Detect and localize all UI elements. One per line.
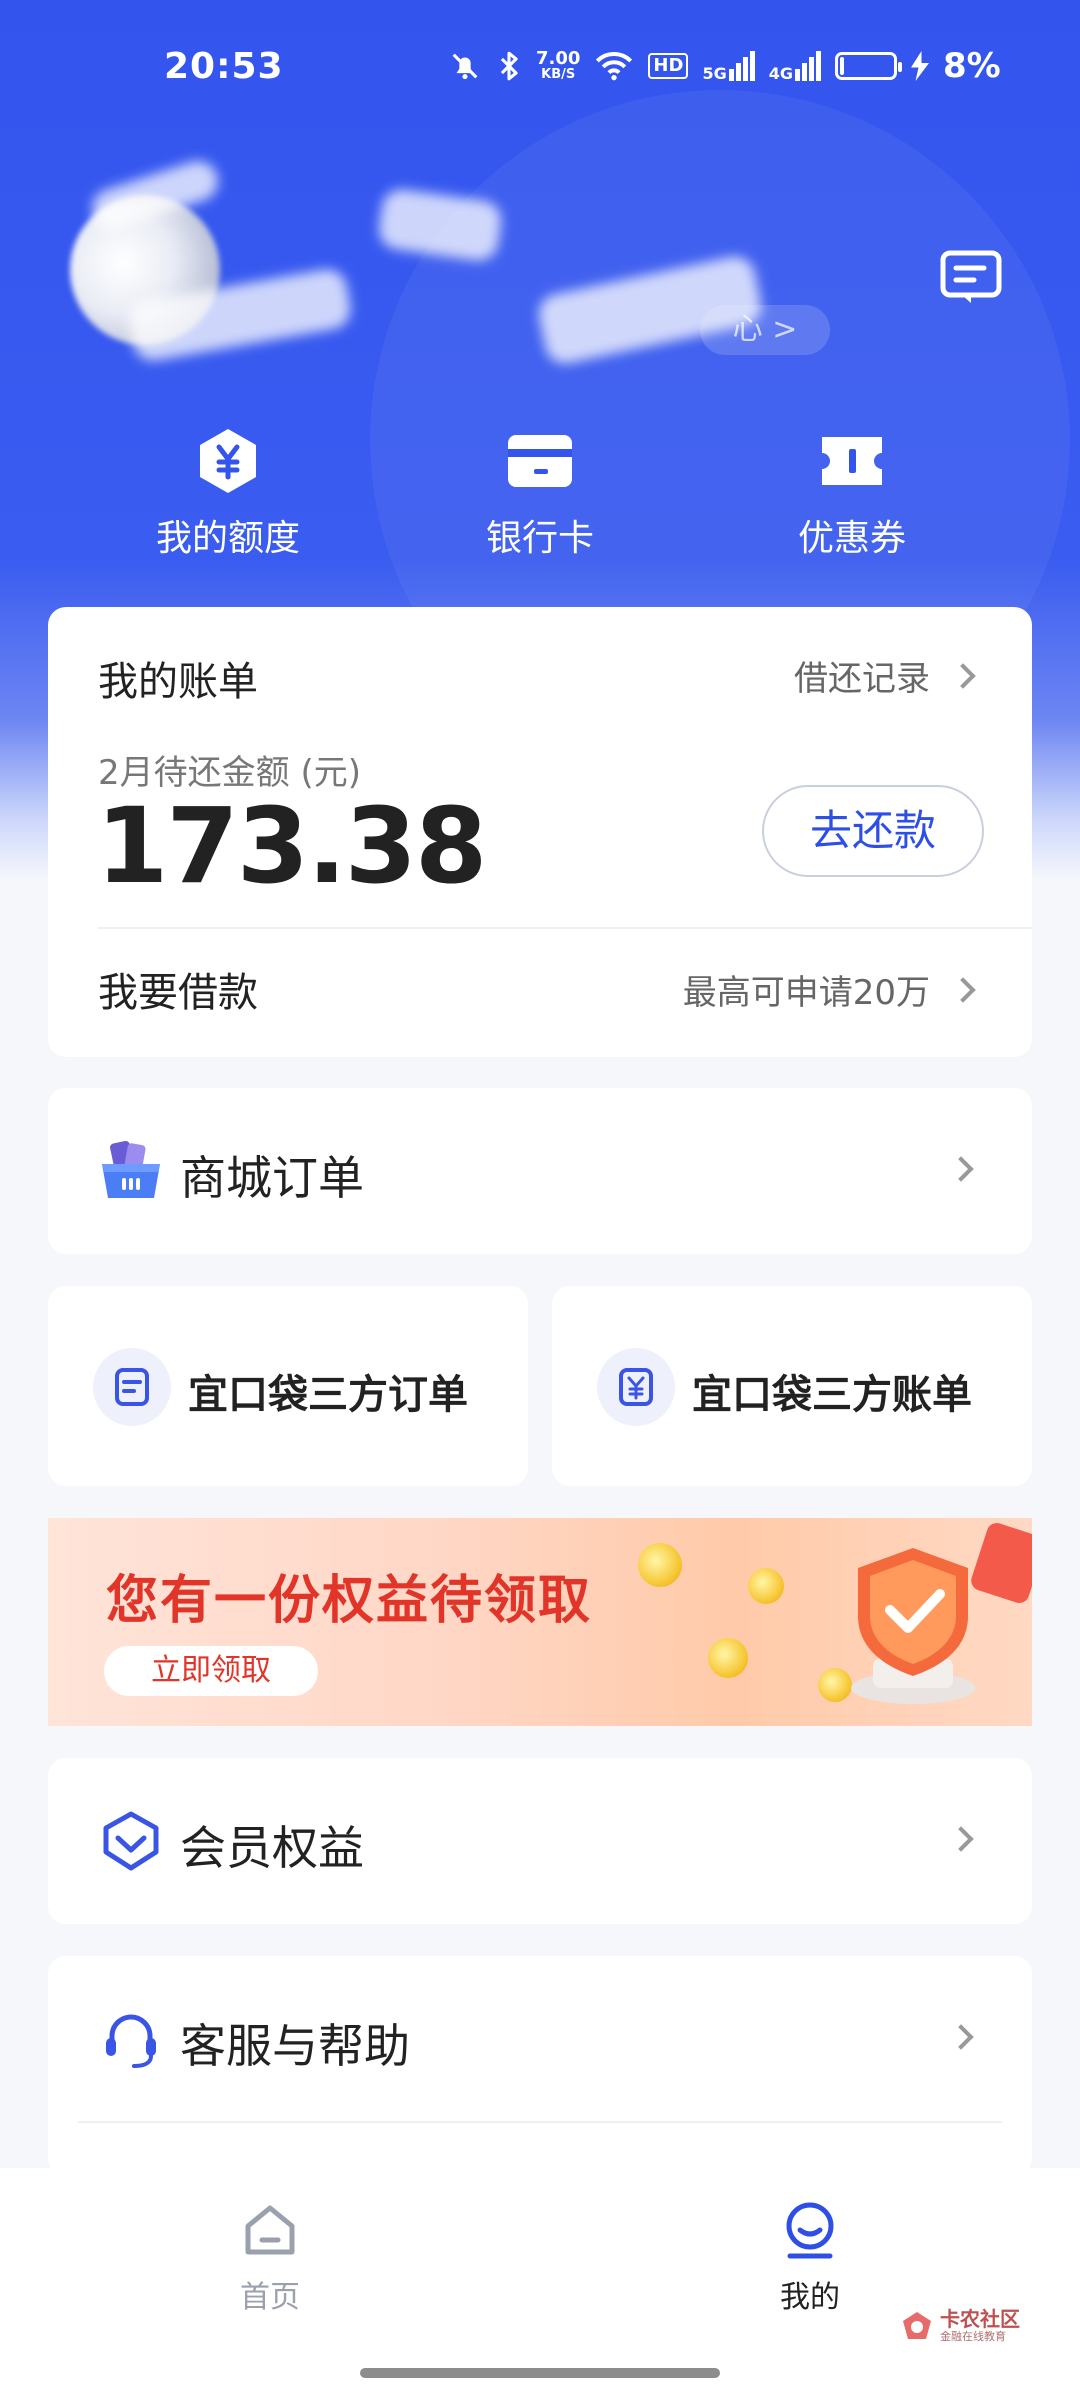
hd-badge: HD [648,53,689,79]
bank-card-icon [508,435,572,487]
coupon-icon [822,437,882,485]
quick-action-label: 优惠券 [797,518,906,559]
third-party-orders-button[interactable]: 宜口袋三方订单 [48,1286,528,1486]
third-party-bills-button[interactable]: 宜口袋三方账单 [552,1286,1032,1486]
status-bar: 20:53 7.00 KB/S HD 5G 4G 8% [0,0,1080,130]
coin-decoration [708,1638,748,1678]
shopping-basket-icon [102,1140,160,1198]
quick-action-label: 我的额度 [155,518,300,559]
battery-percent: 8% [942,46,1001,86]
mall-orders-row[interactable]: 商城订单 [48,1088,1032,1254]
signal-4g-label: 4G [768,64,793,83]
loan-note-text: 最高可申请20万 [682,973,930,1013]
loan-note: 最高可申请20万 [682,965,976,1014]
signal-4g-icon: 4G [768,51,821,83]
member-benefits-label: 会员权益 [180,1821,364,1875]
quick-action-credit-limit[interactable]: 我的额度 [108,425,348,565]
bottom-tab-bar: 首页 我的 [0,2168,1080,2400]
due-amount: 173.38 [96,785,487,907]
profile-smile-icon [786,2202,834,2259]
member-badge-icon [103,1811,159,1871]
battery-fill [839,57,844,75]
shield-check-icon [851,1548,975,1704]
tab-home-label: 首页 [240,2280,300,2315]
quick-actions: 我的额度 银行卡 优惠券 [0,425,1080,565]
order-doc-icon [93,1348,171,1426]
chevron-right-icon [948,1156,974,1182]
wifi-icon [596,52,633,81]
chevron-right-icon [950,976,976,1003]
status-icons: 7.00 KB/S HD 5G 4G 8% [448,44,1001,88]
home-indicator[interactable] [360,2368,720,2378]
battery-icon [834,52,902,80]
yuan-hexagon-icon [200,429,256,493]
chevron-right-icon [948,1826,974,1852]
watermark-main: 卡农社区 [940,2307,1020,2331]
watermark-logo-icon [903,2312,931,2339]
charging-bolt-icon [910,51,929,81]
signal-5g-label: 5G [702,64,727,83]
bill-card: 我的账单 借还记录 2月待还金额 (元) 173.38 去还款 我要借款 最高可… [48,607,1032,1057]
divider [78,2121,1002,2123]
help-card: 客服与帮助 [48,1956,1032,2176]
coin-decoration [638,1543,682,1587]
yuan-doc-icon [597,1348,675,1426]
mute-bell-icon [452,53,478,80]
headset-icon [106,2014,156,2068]
banner-title: 您有一份权益待领取 [106,1571,593,1631]
tab-mine-label: 我的 [780,2280,840,2315]
watermark-sub: 金融在线教育 [940,2330,1006,2343]
blur-mark [376,186,504,264]
quick-action-label: 银行卡 [485,518,594,559]
watermark: 卡农社区 金融在线教育 [900,2308,1020,2344]
message-icon[interactable] [940,250,1002,306]
net-speed: 7.00 KB/S [536,50,580,82]
bill-title: 我的账单 [98,659,258,705]
history-link-label: 借还记录 [794,659,930,699]
benefits-banner[interactable]: 您有一份权益待领取 立即领取 [48,1518,1032,1726]
quick-action-coupon[interactable]: 优惠券 [732,425,972,565]
net-speed-unit: KB/S [541,67,576,82]
divider [98,927,1032,929]
chevron-right-icon [950,662,976,689]
tab-mine[interactable]: 我的 [710,2200,910,2340]
coin-decoration [748,1568,784,1604]
member-benefits-row[interactable]: 会员权益 [48,1758,1032,1924]
chevron-right-icon [948,2024,974,2050]
tab-home[interactable]: 首页 [170,2200,370,2340]
loan-label: 我要借款 [98,970,258,1016]
status-time: 20:53 [164,46,284,87]
mall-orders-label: 商城订单 [180,1151,364,1205]
signal-5g-icon: 5G [702,51,755,83]
bluetooth-icon [500,51,518,81]
customer-service-label: 客服与帮助 [180,2019,410,2073]
home-icon [245,2205,295,2255]
claim-now-button[interactable]: 立即领取 [104,1646,318,1696]
profile-link[interactable]: 心 > [700,305,830,355]
net-speed-value: 7.00 [536,48,581,69]
quick-action-bank-card[interactable]: 银行卡 [420,425,660,565]
third-party-orders-label: 宜口袋三方订单 [188,1372,468,1418]
repay-button[interactable]: 去还款 [762,785,984,877]
history-link[interactable]: 借还记录 [794,651,976,700]
third-party-bills-label: 宜口袋三方账单 [692,1372,972,1418]
